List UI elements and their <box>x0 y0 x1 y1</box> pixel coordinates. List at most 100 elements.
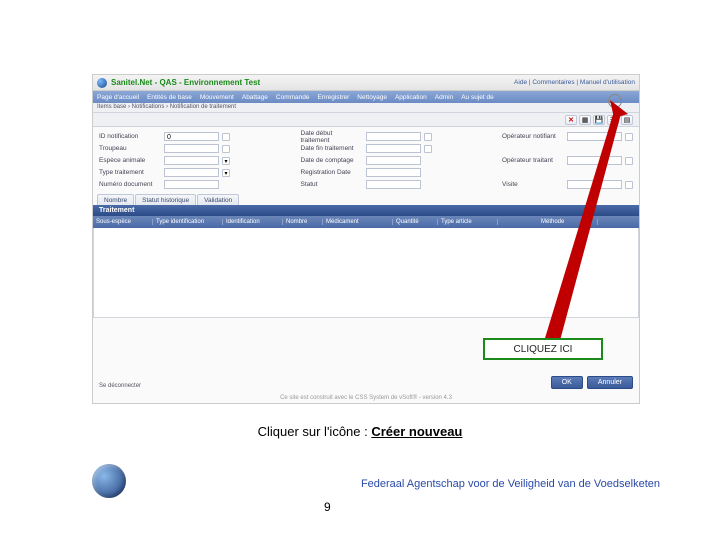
field-label: Registration Date <box>301 169 363 176</box>
field-input[interactable] <box>366 132 421 141</box>
form-row <box>502 167 633 178</box>
form-row: Statut <box>301 179 493 190</box>
picker-icon[interactable] <box>625 181 633 189</box>
column-header[interactable]: Méthode <box>538 219 598 225</box>
field-input[interactable] <box>366 180 421 189</box>
column-header[interactable]: Nombre <box>283 219 323 225</box>
form-row: Date fin traitement <box>301 143 493 154</box>
field-input[interactable] <box>567 132 622 141</box>
picker-icon[interactable] <box>625 133 633 141</box>
caption-pre: Cliquer sur l'icône : <box>258 424 372 439</box>
menu-home[interactable]: Page d'accueil <box>97 94 139 101</box>
form-col-3: Opérateur notifiant Opérateur traitant Vis… <box>502 131 633 190</box>
table-body <box>93 228 639 318</box>
field-input[interactable] <box>164 144 219 153</box>
print-icon[interactable]: ▤ <box>621 115 633 125</box>
breadcrumb: Items base › Notifications › Notificatio… <box>93 103 639 113</box>
field-label: Date début traitement <box>301 130 363 144</box>
tab-statut[interactable]: Statut historique <box>135 194 196 205</box>
form-row: Registration Date <box>301 167 493 178</box>
picker-icon[interactable] <box>625 157 633 165</box>
column-header[interactable]: Type identification <box>153 219 223 225</box>
picker-icon[interactable] <box>424 133 432 141</box>
form-row: Opérateur traitant <box>502 155 633 166</box>
cancel-button[interactable]: Annuler <box>587 376 633 389</box>
form-row <box>502 143 633 154</box>
form-row: Date de comptage <box>301 155 493 166</box>
caption-bold: Créer nouveau <box>371 424 462 439</box>
tab-validation[interactable]: Validation <box>197 194 239 205</box>
field-label: Opérateur notifiant <box>502 133 564 140</box>
agency-logo-icon <box>92 464 126 498</box>
column-header[interactable]: Quantité <box>393 219 438 225</box>
field-input[interactable]: 0 <box>164 132 219 141</box>
form-col-2: Date début traitementDate fin traitement… <box>301 131 493 190</box>
menu-admin[interactable]: Admin <box>435 94 453 101</box>
field-label: Espèce animale <box>99 157 161 164</box>
column-header[interactable]: Type article <box>438 219 498 225</box>
menu-application[interactable]: Application <box>395 94 427 101</box>
picker-icon[interactable] <box>222 145 230 153</box>
page-number: 9 <box>324 500 331 514</box>
menu-slaughter[interactable]: Abattage <box>242 94 268 101</box>
field-label: Troupeau <box>99 145 161 152</box>
tabs: Nombre Statut historique Validation <box>93 192 639 205</box>
field-label: Opérateur traitant <box>502 157 564 164</box>
form-col-1: ID notification0TroupeauEspèce animale▾T… <box>99 131 291 190</box>
highlight-circle-icon <box>608 94 622 108</box>
close-icon[interactable]: ✕ <box>565 115 577 125</box>
field-input[interactable] <box>366 144 421 153</box>
header-links[interactable]: Aide | Commentaires | Manuel d'utilisati… <box>514 79 635 86</box>
form-row: Troupeau <box>99 143 291 154</box>
field-label: Date de comptage <box>301 157 363 164</box>
field-input[interactable] <box>567 180 622 189</box>
form-row: ID notification0 <box>99 131 291 142</box>
search-form: ID notification0TroupeauEspèce animale▾T… <box>93 127 639 192</box>
logout-link[interactable]: Se déconnecter <box>99 383 141 389</box>
field-label: Numéro document <box>99 181 161 188</box>
callout-box: CLIQUEZ ICI <box>483 338 603 360</box>
form-row: Visite <box>502 179 633 190</box>
save-icon[interactable]: 💾 <box>593 115 605 125</box>
field-label: ID notification <box>99 133 161 140</box>
menu-about[interactable]: Au sujet de <box>461 94 494 101</box>
form-row: Numéro document <box>99 179 291 190</box>
menu-register[interactable]: Enregistrer <box>318 94 350 101</box>
menu-order[interactable]: Commande <box>276 94 310 101</box>
column-header[interactable]: Médicament <box>323 219 393 225</box>
new-icon[interactable]: ▦ <box>579 115 591 125</box>
list-icon[interactable]: ☰ <box>607 115 619 125</box>
column-header[interactable]: Identification <box>223 219 283 225</box>
menu-cleaning[interactable]: Nettoyage <box>357 94 387 101</box>
field-input[interactable] <box>164 168 219 177</box>
field-input[interactable] <box>164 156 219 165</box>
form-row: Espèce animale ▾ <box>99 155 291 166</box>
section-title: Traitement <box>93 205 639 216</box>
menu-entities[interactable]: Entités de base <box>147 94 192 101</box>
field-input[interactable] <box>366 168 421 177</box>
field-input[interactable] <box>366 156 421 165</box>
chevron-down-icon[interactable]: ▾ <box>222 157 230 165</box>
field-input[interactable] <box>164 180 219 189</box>
tab-nombre[interactable]: Nombre <box>97 194 134 205</box>
chevron-down-icon[interactable]: ▾ <box>222 169 230 177</box>
menubar: Page d'accueil Entités de base Mouvement… <box>93 91 639 103</box>
app-logo-icon <box>97 78 107 88</box>
field-label: Type traitement <box>99 169 161 176</box>
picker-icon[interactable] <box>222 133 230 141</box>
field-label: Date fin traitement <box>301 145 363 152</box>
footer-text: Ce site est construit avec le CSS System… <box>93 395 639 401</box>
toolbar: ✕ ▦ 💾 ☰ ▤ <box>93 113 639 127</box>
picker-icon[interactable] <box>424 145 432 153</box>
field-input[interactable] <box>567 156 622 165</box>
field-label: Visite <box>502 181 564 188</box>
ok-button[interactable]: OK <box>551 376 583 389</box>
form-row: Type traitement ▾ <box>99 167 291 178</box>
form-row: Date début traitement <box>301 131 493 142</box>
column-header[interactable]: Sous-espèce <box>93 219 153 225</box>
caption: Cliquer sur l'icône : Créer nouveau <box>0 424 720 439</box>
menu-movement[interactable]: Mouvement <box>200 94 234 101</box>
callout-text: CLIQUEZ ICI <box>514 344 573 355</box>
field-label: Statut <box>301 181 363 188</box>
form-row: Opérateur notifiant <box>502 131 633 142</box>
